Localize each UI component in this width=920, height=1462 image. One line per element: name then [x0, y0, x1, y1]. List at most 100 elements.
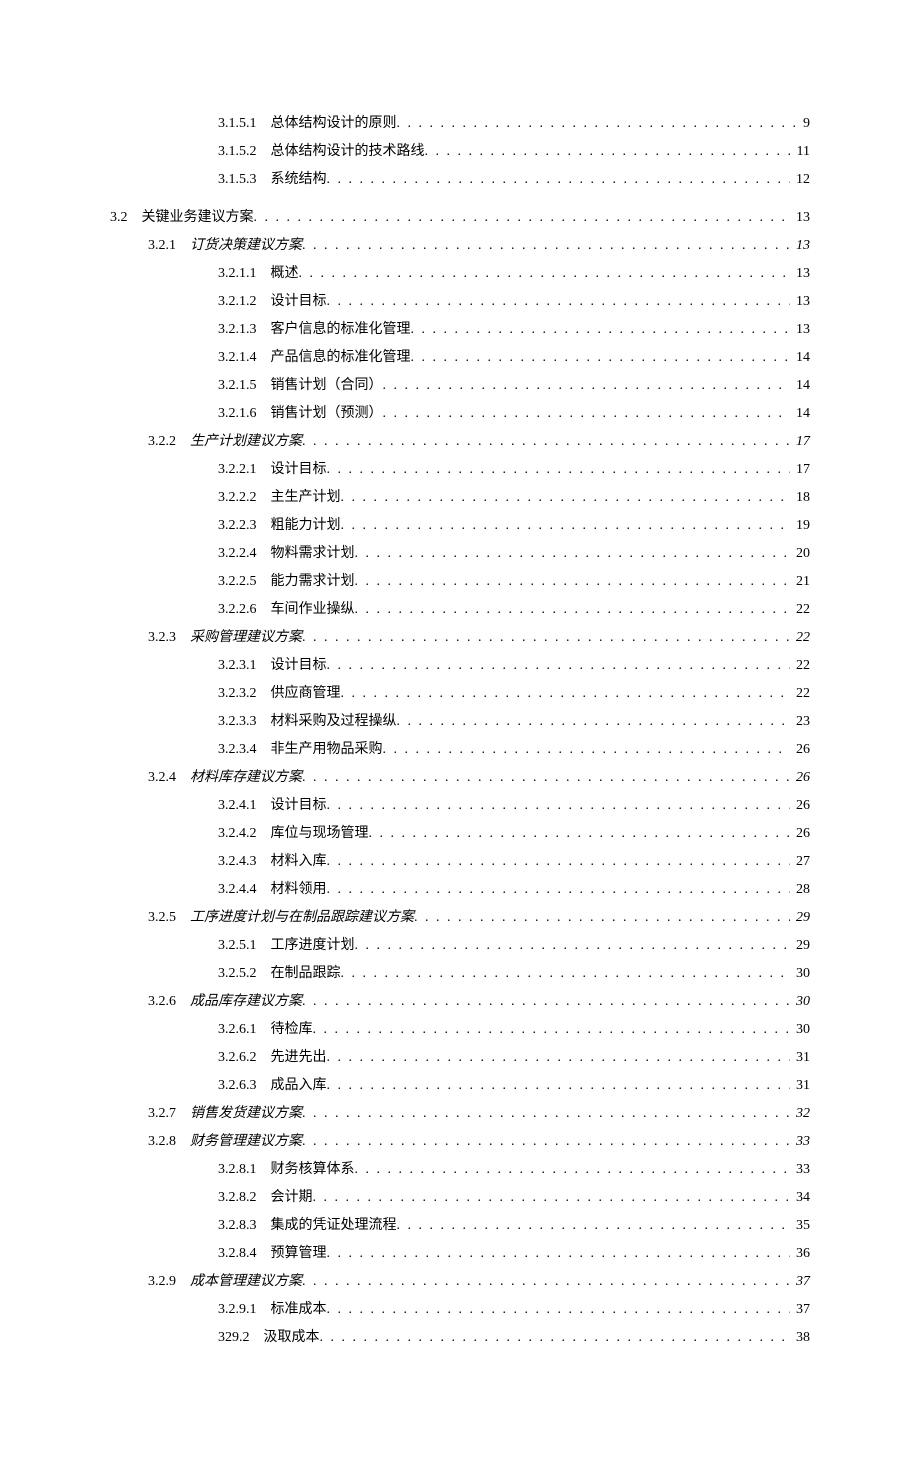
toc-entry[interactable]: 3.2.4.4材料领用. . . . . . . . . . . . . . .… — [110, 876, 810, 904]
toc-number: 3.2.8.4 — [218, 1240, 271, 1268]
toc-entry[interactable]: 3.2.8.1财务核算体系. . . . . . . . . . . . . .… — [110, 1156, 810, 1184]
toc-page-number: 37 — [790, 1296, 810, 1324]
toc-entry[interactable]: 3.2.8财务管理建议方案. . . . . . . . . . . . . .… — [110, 1128, 810, 1156]
toc-entry[interactable]: 3.2.3.4非生产用物品采购. . . . . . . . . . . . .… — [110, 736, 810, 764]
toc-title: 成品入库 — [271, 1072, 327, 1100]
toc-title: 供应商管理 — [271, 680, 341, 708]
toc-number: 3.2.2.2 — [218, 484, 271, 512]
toc-entry[interactable]: 3.2.2.4物料需求计划. . . . . . . . . . . . . .… — [110, 540, 810, 568]
toc-leader: . . . . . . . . . . . . . . . . . . . . … — [369, 820, 791, 848]
toc-page-number: 12 — [790, 166, 810, 194]
toc-entry[interactable]: 3.2.2.2主生产计划. . . . . . . . . . . . . . … — [110, 484, 810, 512]
toc-entry[interactable]: 329.2汲取成本. . . . . . . . . . . . . . . .… — [110, 1324, 810, 1352]
toc-number: 3.2.1.3 — [218, 316, 271, 344]
toc-number: 3.2.2.4 — [218, 540, 271, 568]
toc-title: 销售计划（预测） — [271, 400, 383, 428]
toc-entry[interactable]: 3.1.5.1总体结构设计的原则. . . . . . . . . . . . … — [110, 110, 810, 138]
toc-title: 物料需求计划 — [271, 540, 355, 568]
toc-entry[interactable]: 3.2.3.3材料采购及过程操纵. . . . . . . . . . . . … — [110, 708, 810, 736]
toc-page-number: 34 — [790, 1184, 810, 1212]
toc-entry[interactable]: 3.2.8.3集成的凭证处理流程. . . . . . . . . . . . … — [110, 1212, 810, 1240]
toc-entry[interactable]: 3.2.3.1设计目标. . . . . . . . . . . . . . .… — [110, 652, 810, 680]
toc-number: 3.2.6.2 — [218, 1044, 271, 1072]
toc-page-number: 11 — [791, 138, 810, 166]
toc-number: 3.2.1.2 — [218, 288, 271, 316]
toc-entry[interactable]: 3.2.1订货决策建议方案. . . . . . . . . . . . . .… — [110, 232, 810, 260]
toc-entry[interactable]: 3.2.4材料库存建议方案. . . . . . . . . . . . . .… — [110, 764, 810, 792]
toc-page-number: 35 — [790, 1212, 810, 1240]
toc-entry[interactable]: 3.2.2.6车间作业操纵. . . . . . . . . . . . . .… — [110, 596, 810, 624]
toc-title: 先进先出 — [271, 1044, 327, 1072]
toc-page-number: 18 — [790, 484, 810, 512]
toc-entry[interactable]: 3.1.5.2总体结构设计的技术路线. . . . . . . . . . . … — [110, 138, 810, 166]
toc-leader: . . . . . . . . . . . . . . . . . . . . … — [302, 988, 790, 1016]
toc-entry[interactable]: 3.2.3采购管理建议方案. . . . . . . . . . . . . .… — [110, 624, 810, 652]
toc-entry[interactable]: 3.1.5.3系统结构. . . . . . . . . . . . . . .… — [110, 166, 810, 194]
toc-entry[interactable]: 3.2.4.1设计目标. . . . . . . . . . . . . . .… — [110, 792, 810, 820]
toc-page-number: 14 — [790, 344, 810, 372]
toc-number: 3.2.7 — [148, 1100, 190, 1128]
toc-leader: . . . . . . . . . . . . . . . . . . . . … — [411, 316, 791, 344]
toc-title: 财务管理建议方案 — [190, 1128, 302, 1156]
toc-entry[interactable]: 3.2.4.2库位与现场管理. . . . . . . . . . . . . … — [110, 820, 810, 848]
toc-leader: . . . . . . . . . . . . . . . . . . . . … — [327, 1044, 791, 1072]
toc-entry[interactable]: 3.2.1.4产品信息的标准化管理. . . . . . . . . . . .… — [110, 344, 810, 372]
toc-leader: . . . . . . . . . . . . . . . . . . . . … — [355, 932, 791, 960]
toc-entry[interactable]: 3.2.8.4预算管理. . . . . . . . . . . . . . .… — [110, 1240, 810, 1268]
toc-entry[interactable]: 3.2.7销售发货建议方案. . . . . . . . . . . . . .… — [110, 1100, 810, 1128]
toc-entry[interactable]: 3.2.6.1待检库. . . . . . . . . . . . . . . … — [110, 1016, 810, 1044]
toc-page-number: 22 — [790, 652, 810, 680]
toc-entry[interactable]: 3.2.1.1概述. . . . . . . . . . . . . . . .… — [110, 260, 810, 288]
toc-entry[interactable]: 3.2.1.3客户信息的标准化管理. . . . . . . . . . . .… — [110, 316, 810, 344]
toc-entry[interactable]: 3.2.2生产计划建议方案. . . . . . . . . . . . . .… — [110, 428, 810, 456]
toc-entry[interactable]: 3.2.9.1标准成本. . . . . . . . . . . . . . .… — [110, 1296, 810, 1324]
toc-leader: . . . . . . . . . . . . . . . . . . . . … — [414, 904, 790, 932]
toc-page-number: 28 — [790, 876, 810, 904]
toc-entry[interactable]: 3.2.1.5销售计划（合同）. . . . . . . . . . . . .… — [110, 372, 810, 400]
toc-entry[interactable]: 3.2关键业务建议方案. . . . . . . . . . . . . . .… — [110, 204, 810, 232]
toc-leader: . . . . . . . . . . . . . . . . . . . . … — [302, 428, 790, 456]
toc-title: 库位与现场管理 — [271, 820, 369, 848]
toc-entry[interactable]: 3.2.2.1设计目标. . . . . . . . . . . . . . .… — [110, 456, 810, 484]
toc-entry[interactable]: 3.2.2.3粗能力计划. . . . . . . . . . . . . . … — [110, 512, 810, 540]
toc-page: 3.1.5.1总体结构设计的原则. . . . . . . . . . . . … — [0, 0, 920, 1462]
toc-leader: . . . . . . . . . . . . . . . . . . . . … — [320, 1324, 791, 1352]
toc-leader: . . . . . . . . . . . . . . . . . . . . … — [313, 1016, 791, 1044]
toc-entry[interactable]: 3.2.6.3成品入库. . . . . . . . . . . . . . .… — [110, 1072, 810, 1100]
toc-entry[interactable]: 3.2.4.3材料入库. . . . . . . . . . . . . . .… — [110, 848, 810, 876]
toc-title: 预算管理 — [271, 1240, 327, 1268]
toc-number: 3.2.2 — [148, 428, 190, 456]
toc-entry[interactable]: 3.2.5.2在制品跟踪. . . . . . . . . . . . . . … — [110, 960, 810, 988]
toc-entry[interactable]: 3.2.6成品库存建议方案. . . . . . . . . . . . . .… — [110, 988, 810, 1016]
toc-page-number: 17 — [790, 428, 810, 456]
toc-title: 设计目标 — [271, 792, 327, 820]
toc-entry[interactable]: 3.2.1.6销售计划（预测）. . . . . . . . . . . . .… — [110, 400, 810, 428]
toc-leader: . . . . . . . . . . . . . . . . . . . . … — [355, 1156, 791, 1184]
toc-number: 3.2.9.1 — [218, 1296, 271, 1324]
toc-entry[interactable]: 3.2.6.2先进先出. . . . . . . . . . . . . . .… — [110, 1044, 810, 1072]
toc-page-number: 29 — [790, 932, 810, 960]
toc-leader: . . . . . . . . . . . . . . . . . . . . … — [299, 260, 791, 288]
toc-title: 财务核算体系 — [271, 1156, 355, 1184]
toc-page-number: 19 — [790, 512, 810, 540]
toc-leader: . . . . . . . . . . . . . . . . . . . . … — [397, 708, 791, 736]
toc-title: 材料入库 — [271, 848, 327, 876]
toc-entry[interactable]: 3.2.5工序进度计划与在制品跟踪建议方案. . . . . . . . . .… — [110, 904, 810, 932]
toc-page-number: 29 — [790, 904, 810, 932]
toc-page-number: 9 — [797, 110, 810, 138]
toc-entry[interactable]: 3.2.1.2设计目标. . . . . . . . . . . . . . .… — [110, 288, 810, 316]
toc-title: 订货决策建议方案 — [190, 232, 302, 260]
toc-title: 总体结构设计的技术路线 — [271, 138, 425, 166]
toc-entry[interactable]: 3.2.3.2供应商管理. . . . . . . . . . . . . . … — [110, 680, 810, 708]
toc-entry[interactable]: 3.2.2.5能力需求计划. . . . . . . . . . . . . .… — [110, 568, 810, 596]
toc-title: 工序进度计划 — [271, 932, 355, 960]
toc-leader: . . . . . . . . . . . . . . . . . . . . … — [302, 232, 790, 260]
toc-number: 3.2.2.1 — [218, 456, 271, 484]
toc-entry[interactable]: 3.2.5.1工序进度计划. . . . . . . . . . . . . .… — [110, 932, 810, 960]
toc-page-number: 20 — [790, 540, 810, 568]
toc-entry[interactable]: 3.2.8.2会计期. . . . . . . . . . . . . . . … — [110, 1184, 810, 1212]
toc-entry[interactable]: 3.2.9成本管理建议方案. . . . . . . . . . . . . .… — [110, 1268, 810, 1296]
toc-page-number: 37 — [790, 1268, 810, 1296]
toc-number: 3.1.5.1 — [218, 110, 271, 138]
toc-number: 3.1.5.3 — [218, 166, 271, 194]
